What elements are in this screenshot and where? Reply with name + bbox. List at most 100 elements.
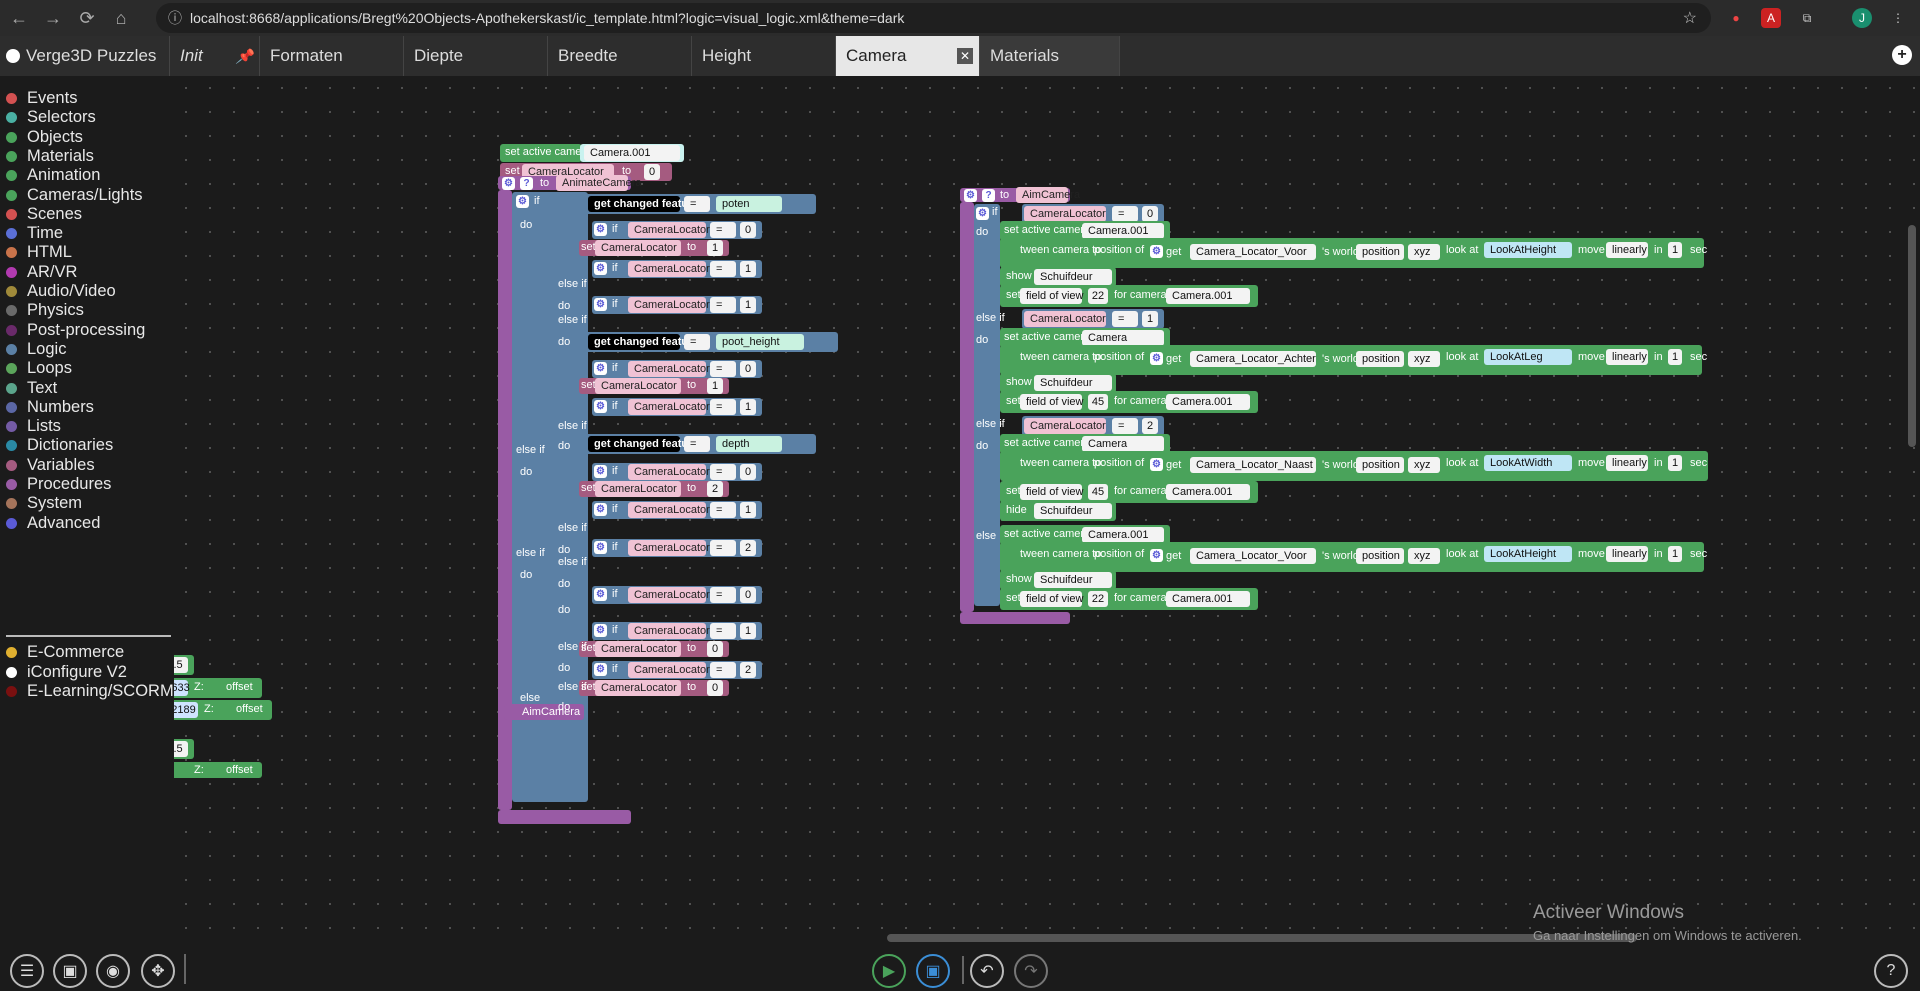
number-field[interactable]: 1	[1668, 242, 1682, 258]
easing-dropdown[interactable]: linearly	[1606, 546, 1648, 562]
variable-dropdown[interactable]: CameraLocator	[628, 502, 710, 518]
text-field[interactable]: poot_height	[716, 334, 804, 350]
gear-icon[interactable]: ⚙	[976, 207, 989, 220]
gear-icon[interactable]: ⚙	[594, 298, 607, 311]
number-field[interactable]: 1	[1668, 546, 1682, 562]
number-field[interactable]: 2	[740, 662, 756, 678]
object-dropdown[interactable]: Schuifdeur	[1034, 572, 1112, 588]
feature-compare-3[interactable]: get changed feature = depth	[584, 434, 816, 454]
reload-icon[interactable]: ⟳	[72, 3, 102, 33]
set-var-block[interactable]: set CameraLocator to 0	[579, 641, 729, 657]
variable-dropdown[interactable]: CameraLocator	[628, 222, 710, 238]
category-audio-video[interactable]: Audio/Video	[6, 282, 116, 301]
number-field[interactable]: 1	[740, 502, 756, 518]
screenshot-icon[interactable]: ◉	[96, 954, 130, 988]
gear-icon[interactable]: ⚙	[594, 541, 607, 554]
number-field[interactable]: 0	[644, 164, 660, 180]
play-icon[interactable]: ▶	[872, 954, 906, 988]
eq-dropdown[interactable]: =	[684, 196, 710, 212]
set-var-block[interactable]: set CameraLocator to 0	[579, 680, 729, 696]
misc-to-block[interactable]: to 0.5	[174, 655, 194, 675]
close-icon[interactable]: ✕	[957, 48, 973, 64]
if-compare-block[interactable]: ⚙ if CameraLocator = 0	[592, 586, 762, 604]
eq-dropdown[interactable]: =	[710, 502, 736, 518]
property-dropdown[interactable]: field of view	[1020, 591, 1083, 607]
object-dropdown[interactable]: Camera_Locator_Voor	[1190, 548, 1316, 564]
easing-dropdown[interactable]: linearly	[1606, 242, 1648, 258]
library-icon[interactable]: ▣	[53, 954, 87, 988]
gear-icon[interactable]: ⚙	[594, 223, 607, 236]
camera-dropdown[interactable]: Camera.001	[1082, 223, 1164, 239]
get-changed-feature-block[interactable]: get changed feature	[588, 436, 699, 452]
variable-dropdown[interactable]: CameraLocator	[595, 378, 681, 394]
gear-icon[interactable]: ⚙	[964, 189, 977, 202]
eq-dropdown[interactable]: =	[1112, 418, 1138, 434]
category-post-processing[interactable]: Post-processing	[6, 321, 145, 340]
camera-dropdown[interactable]: Camera.001	[1166, 591, 1250, 607]
tab-height[interactable]: Height	[692, 36, 836, 76]
category-materials[interactable]: Materials	[6, 147, 94, 166]
show-object-block[interactable]: show Schuifdeur	[1000, 570, 1116, 590]
category-selectors[interactable]: Selectors	[6, 108, 96, 127]
if-compare-block[interactable]: ⚙ if CameraLocator = 0	[592, 221, 762, 239]
category-cameras-lights[interactable]: Cameras/Lights	[6, 186, 143, 205]
position-dropdown[interactable]: position	[1356, 457, 1404, 473]
procedure-name-field[interactable]: AnimateCamera	[556, 175, 641, 191]
tab-init[interactable]: Init 📌	[170, 36, 260, 76]
gear-icon[interactable]: ⚙	[1150, 549, 1163, 562]
variable-dropdown[interactable]: CameraLocator	[628, 623, 710, 639]
category-dictionaries[interactable]: Dictionaries	[6, 436, 113, 455]
gear-icon[interactable]: ⚙	[594, 262, 607, 275]
number-field[interactable]: 1	[1142, 311, 1158, 327]
gear-icon[interactable]: ⚙	[1150, 245, 1163, 258]
property-dropdown[interactable]: field of view	[1020, 288, 1083, 304]
help-icon[interactable]: ?	[982, 189, 995, 202]
browser-menu-icon[interactable]: ⋮	[1888, 8, 1908, 28]
number-field[interactable]: 1	[707, 240, 723, 256]
if-compare-block[interactable]: ⚙ if CameraLocator = 0	[592, 463, 762, 481]
number-field[interactable]: 0	[740, 464, 756, 480]
eq-dropdown[interactable]: =	[684, 436, 710, 452]
gear-icon[interactable]: ⚙	[594, 588, 607, 601]
position-dropdown[interactable]: position	[1356, 244, 1404, 260]
variable-dropdown[interactable]: CameraLocator	[628, 540, 710, 556]
look-at-dropdown[interactable]: LookAtHeight	[1484, 242, 1572, 258]
if-compare-block[interactable]: ⚙ if CameraLocator = 0	[592, 360, 762, 378]
hide-object-block[interactable]: hide Schuifdeur	[1000, 501, 1116, 521]
if-compare-block[interactable]: ⚙ if CameraLocator = 1	[592, 398, 762, 416]
tab-diepte[interactable]: Diepte	[404, 36, 548, 76]
number-field[interactable]: 22	[1088, 288, 1108, 304]
number-field[interactable]: 2	[740, 540, 756, 556]
forward-icon[interactable]: →	[38, 3, 68, 33]
set-var-block[interactable]: set CameraLocator to 1	[579, 378, 729, 394]
misc-to-block-2[interactable]: to 0.5	[174, 739, 194, 759]
tab-formaten[interactable]: Formaten	[260, 36, 404, 76]
camera-dropdown[interactable]: Camera.001	[1082, 527, 1164, 543]
easing-dropdown[interactable]: linearly	[1606, 455, 1648, 471]
number-field[interactable]: 2	[1142, 418, 1158, 434]
eq-dropdown[interactable]: =	[1112, 311, 1138, 327]
variable-dropdown[interactable]: CameraLocator	[628, 587, 710, 603]
home-icon[interactable]: ⌂	[106, 3, 136, 33]
category-logic[interactable]: Logic	[6, 340, 66, 359]
category-loops[interactable]: Loops	[6, 359, 72, 378]
number-field[interactable]: 1	[1668, 349, 1682, 365]
get-changed-feature-block[interactable]: get changed feature	[588, 334, 699, 350]
number-field[interactable]: 1	[740, 297, 756, 313]
misc-offset-block-2[interactable]: 3.72189 Z: offset	[174, 700, 272, 720]
save-icon[interactable]: ▣	[916, 954, 950, 988]
number-field[interactable]: 0	[740, 361, 756, 377]
show-object-block[interactable]: show Schuifdeur	[1000, 267, 1116, 287]
text-field[interactable]: poten	[716, 196, 782, 212]
object-dropdown[interactable]: Schuifdeur	[1034, 503, 1112, 519]
number-field[interactable]: 1	[740, 261, 756, 277]
category-time[interactable]: Time	[6, 224, 63, 243]
text-field[interactable]: depth	[716, 436, 782, 452]
eq-dropdown[interactable]: =	[710, 464, 736, 480]
vertical-scrollbar[interactable]	[1908, 225, 1916, 447]
if-compare-block[interactable]: ⚙ if CameraLocator = 1	[592, 622, 762, 640]
bookmark-star-icon[interactable]: ☆	[1683, 8, 1697, 28]
extensions-icon[interactable]: ⧉	[1797, 8, 1817, 28]
color-extension-icon[interactable]: ●	[1726, 8, 1746, 28]
category-procedures[interactable]: Procedures	[6, 475, 111, 494]
